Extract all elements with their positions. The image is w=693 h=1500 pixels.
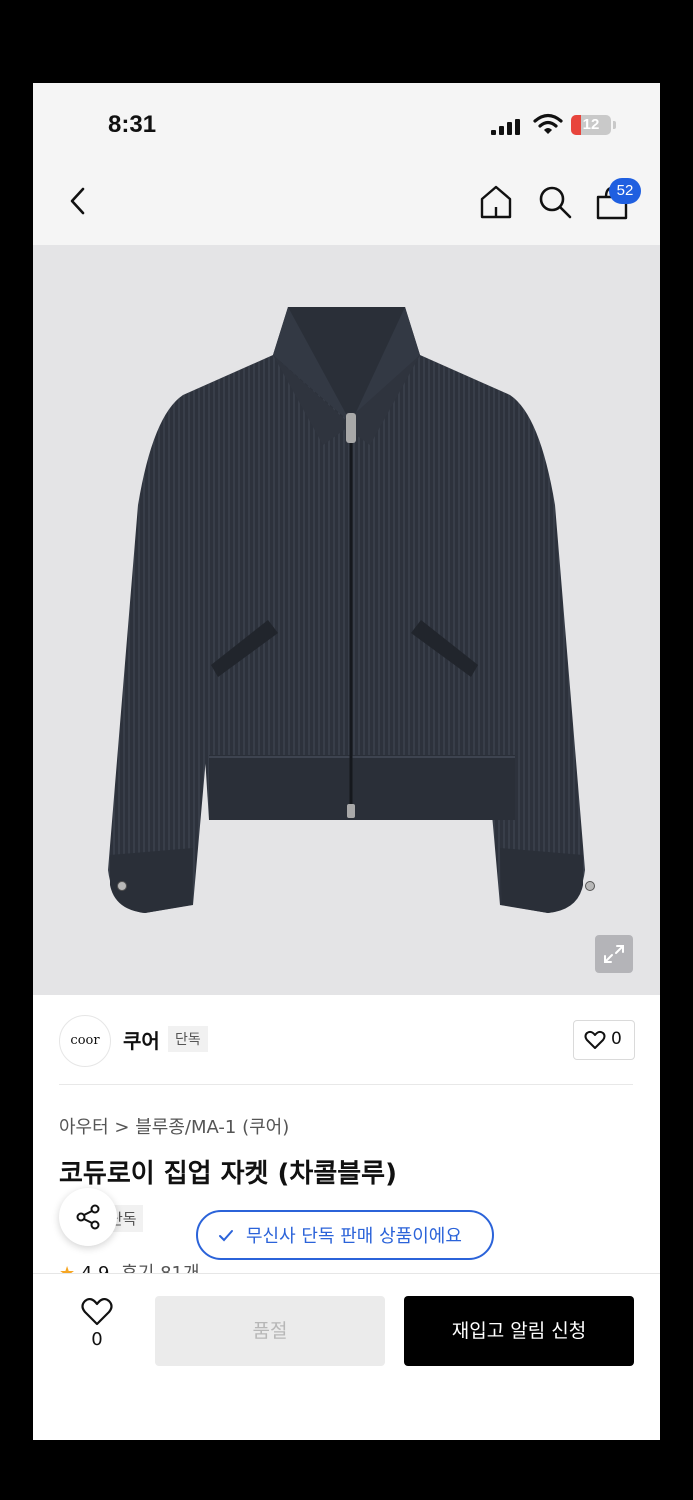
top-navigation: 52	[33, 163, 660, 245]
battery-indicator: 12	[571, 115, 611, 135]
exclusive-tag: 단독	[168, 1026, 208, 1052]
share-icon	[76, 1204, 100, 1230]
brand-like-count: 0	[611, 1029, 622, 1049]
share-button[interactable]	[59, 1188, 117, 1246]
brand-like-button[interactable]: 0	[573, 1020, 635, 1060]
brand-name[interactable]: 쿠어	[123, 1025, 160, 1054]
status-bar: 8:31 12	[33, 83, 660, 163]
product-title: 코듀로이 집업 자켓 (차콜블루)	[59, 1159, 397, 1189]
cart-count-badge: 52	[609, 178, 641, 204]
wishlist-heart-icon[interactable]	[77, 1296, 117, 1328]
check-icon	[219, 1230, 233, 1242]
signal-icon	[491, 119, 520, 135]
home-icon[interactable]	[477, 183, 515, 221]
toast-message: 무신사 단독 판매 상품이에요	[246, 1226, 462, 1247]
jacket-illustration	[108, 307, 595, 913]
back-arrow-icon[interactable]	[63, 183, 93, 219]
restock-alert-button[interactable]: 재입고 알림 신청	[404, 1296, 634, 1366]
bottom-action-bar: 0 품절 재입고 알림 신청	[33, 1273, 660, 1440]
category-breadcrumb[interactable]: 아우터 > 블루종/MA-1 (쿠어)	[59, 1113, 289, 1139]
wishlist-count: 0	[91, 1329, 103, 1350]
status-time: 8:31	[108, 111, 157, 138]
heart-icon	[584, 1030, 606, 1049]
expand-image-button[interactable]	[595, 935, 633, 973]
app-screen: 8:31 12 52 coor 쿠어 단독 0 아우터 > 블루종/MA-1 (…	[33, 83, 660, 1440]
soldout-button[interactable]: 품절	[155, 1296, 385, 1366]
expand-icon	[604, 945, 624, 963]
wifi-icon	[533, 113, 563, 134]
exclusive-sale-toast: 무신사 단독 판매 상품이에요	[196, 1210, 494, 1260]
section-divider	[59, 1084, 633, 1085]
brand-logo[interactable]: coor	[59, 1015, 111, 1067]
battery-level: 12	[582, 116, 600, 133]
search-icon[interactable]	[536, 183, 574, 221]
product-image[interactable]	[33, 245, 660, 995]
